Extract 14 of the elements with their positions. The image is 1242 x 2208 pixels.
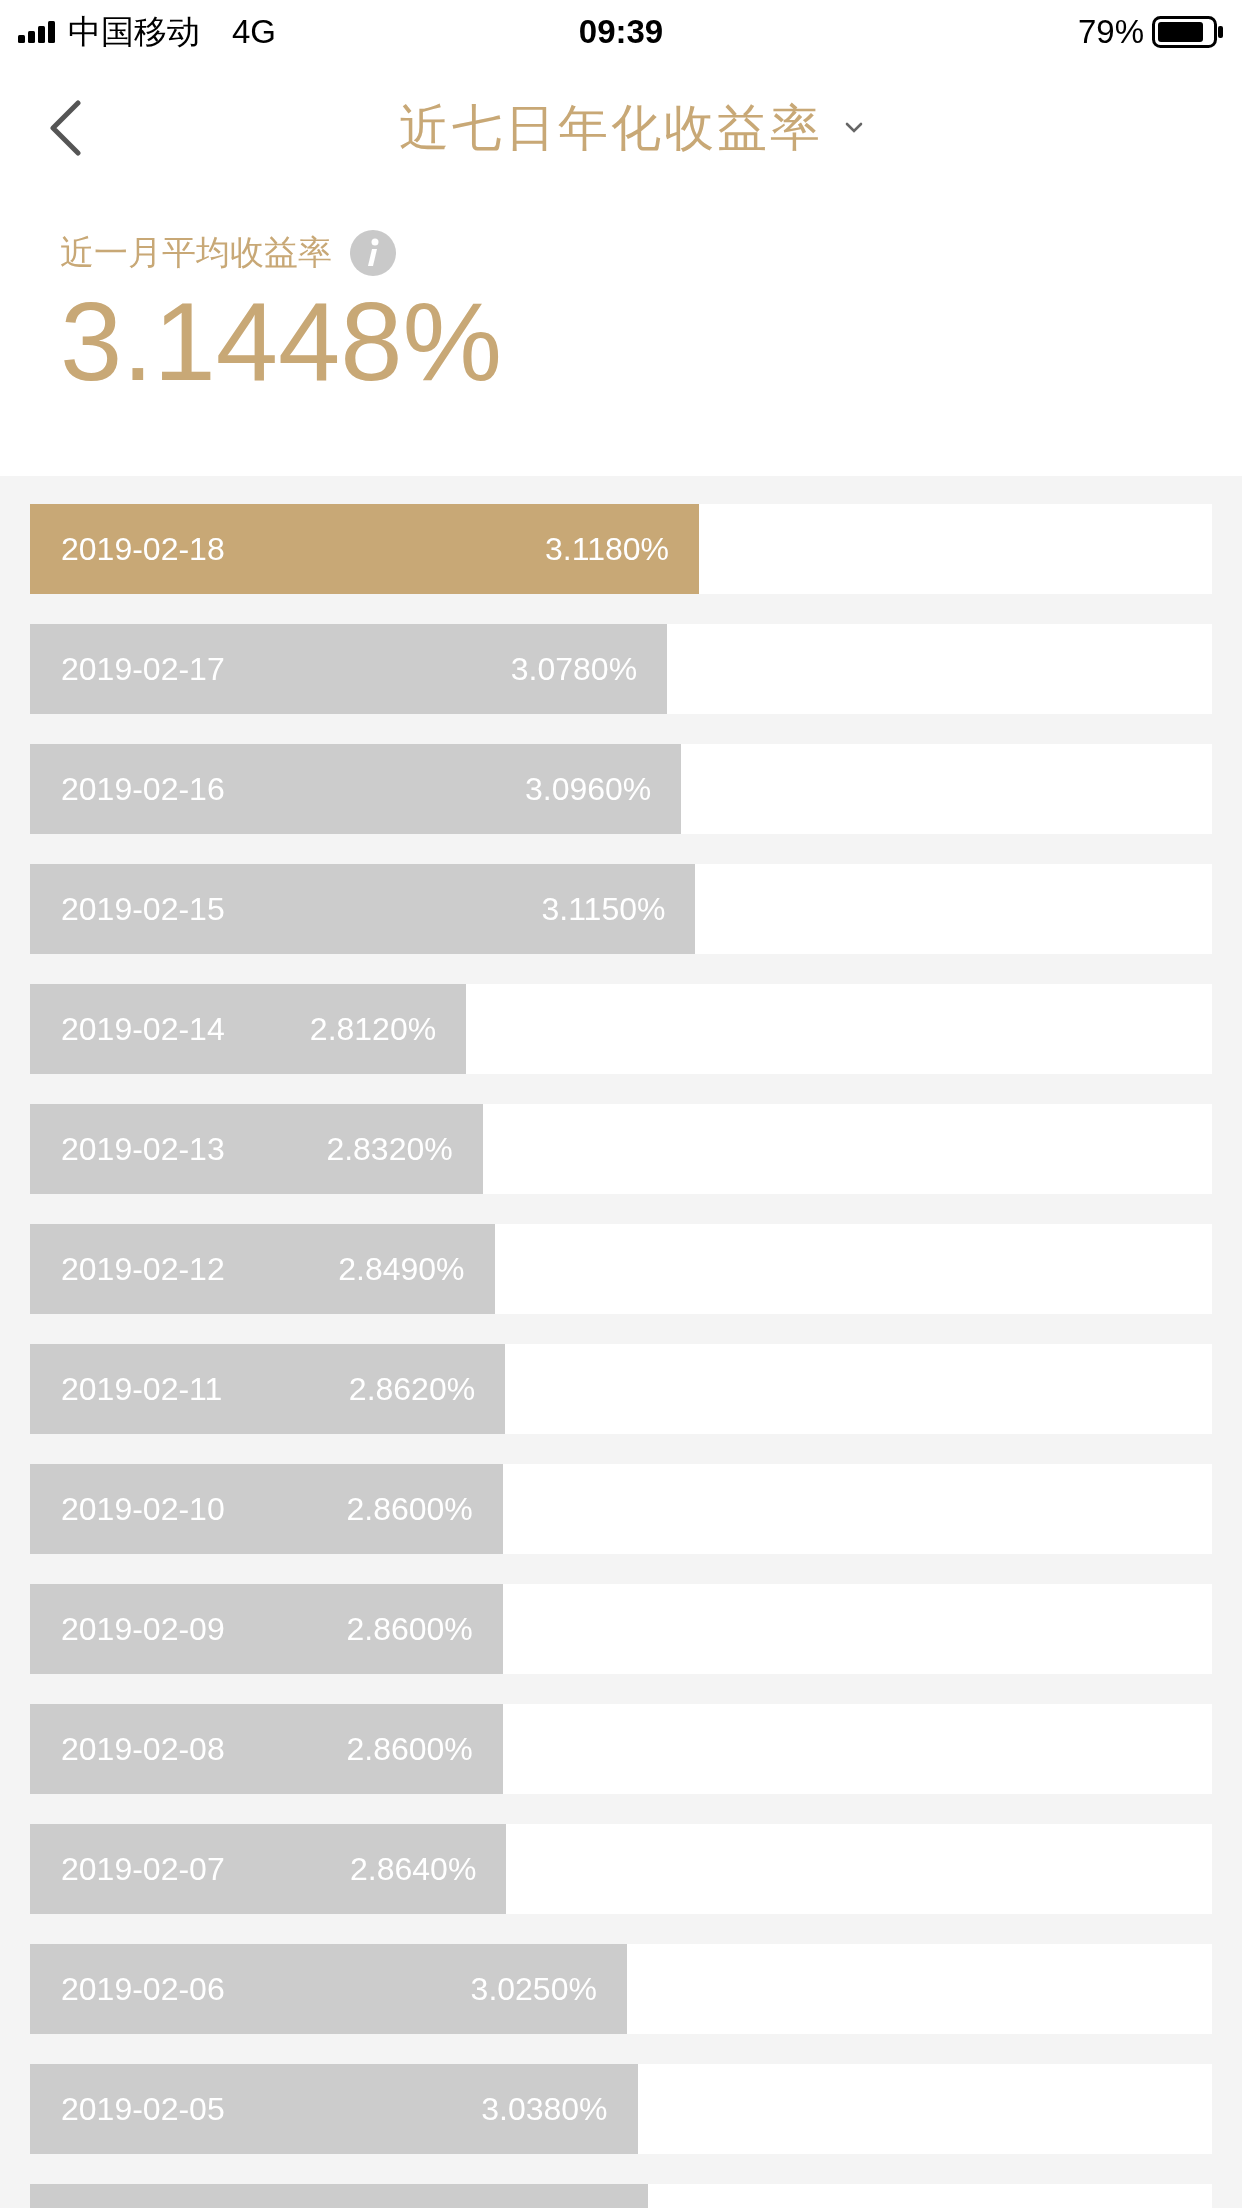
- date-label: 2019-02-18: [61, 530, 225, 568]
- summary-label: 近一月平均收益率: [60, 232, 332, 273]
- average-yield: 3.1448%: [60, 280, 504, 404]
- bar[interactable]: 2019-02-18 3.1180%: [30, 504, 699, 594]
- battery-icon: [1152, 16, 1224, 48]
- carrier-name: 中国移动: [68, 11, 200, 52]
- page-title[interactable]: 近七日年化收益率: [399, 94, 823, 162]
- back-icon[interactable]: [48, 100, 82, 156]
- yield-value: 3.1180%: [545, 530, 669, 568]
- battery-percent: 79%: [1077, 13, 1144, 51]
- network-type: 4G: [232, 13, 277, 51]
- signal-icon: [18, 21, 58, 43]
- clock-time: 09:39: [578, 13, 664, 51]
- caret-icon[interactable]: [845, 122, 863, 134]
